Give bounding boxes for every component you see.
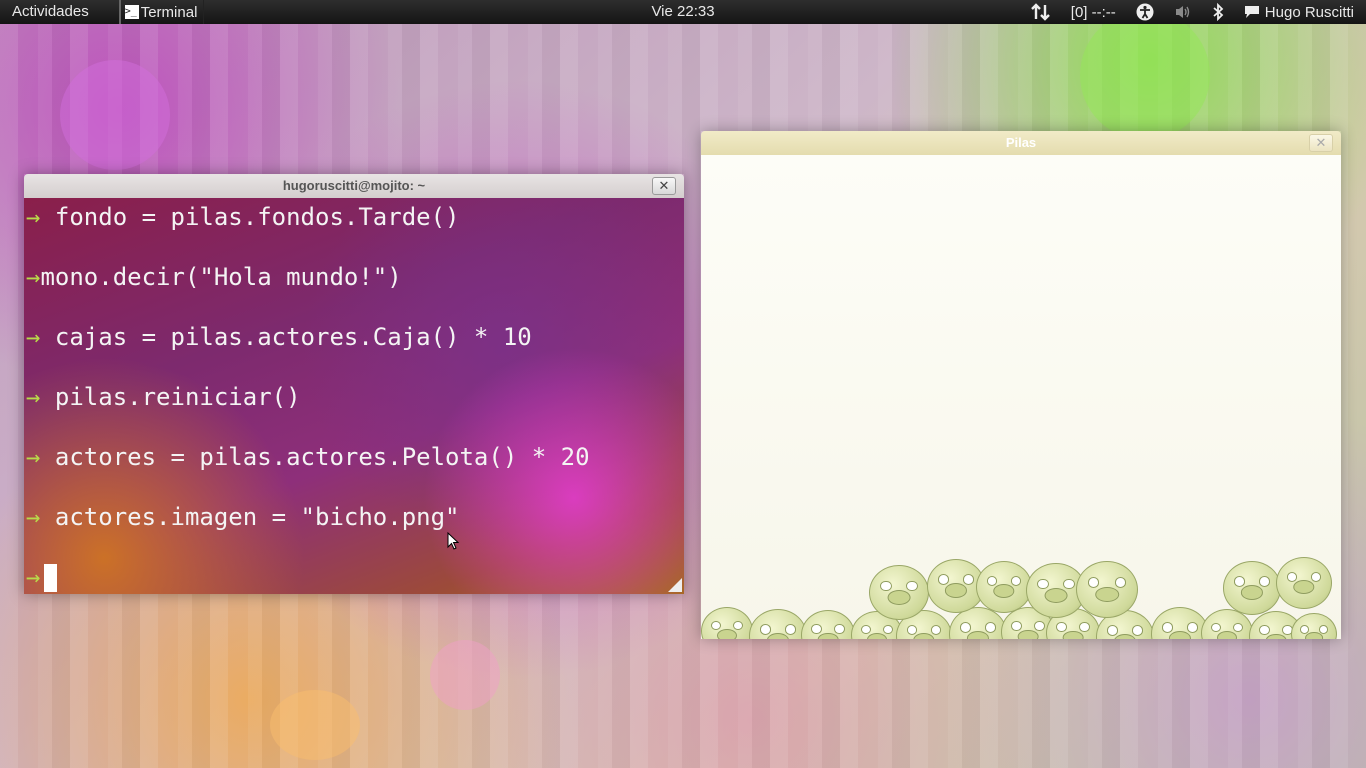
prompt-arrow-icon: →: [26, 383, 41, 411]
accessibility-icon[interactable]: [1136, 3, 1154, 21]
resize-grip[interactable]: [668, 578, 682, 592]
network-icon[interactable]: [1030, 3, 1051, 21]
terminal-line: → cajas = pilas.actores.Caja() * 10: [26, 322, 532, 352]
bluetooth-icon[interactable]: [1212, 3, 1224, 21]
pilas-window: Pilas ✕: [701, 131, 1341, 639]
terminal-line: → actores = pilas.actores.Pelota() * 20: [26, 442, 590, 472]
command-text: actores.imagen = "bicho.png": [54, 503, 460, 531]
prompt-arrow-icon: →: [26, 563, 41, 591]
top-panel: Actividades >_ Terminal Vie 22:33 [0] --…: [0, 0, 1366, 24]
text-cursor: [44, 564, 58, 592]
pig-actor: [801, 610, 855, 639]
battery-status[interactable]: [0] --:--: [1071, 4, 1116, 21]
command-text: mono.decir("Hola mundo!"): [40, 263, 402, 291]
terminal-line: → actores.imagen = "bicho.png": [26, 502, 459, 532]
pig-actor: [1291, 613, 1337, 639]
pilas-title: Pilas: [1005, 135, 1037, 150]
prompt-arrow-icon: →: [26, 503, 41, 531]
wallpaper-bokeh: [430, 640, 500, 710]
terminal-prompt-line[interactable]: →: [26, 562, 58, 592]
wallpaper-bokeh: [60, 60, 170, 170]
terminal-body[interactable]: → fondo = pilas.fondos.Tarde() →mono.dec…: [24, 198, 684, 594]
prompt-arrow-icon: →: [26, 263, 41, 291]
command-text: fondo = pilas.fondos.Tarde(): [54, 203, 460, 231]
terminal-icon: >_: [124, 5, 139, 19]
pig-actor: [1076, 561, 1138, 619]
pilas-close-button[interactable]: ✕: [1309, 134, 1333, 152]
terminal-window: hugoruscitti@mojito: ~ ✕ → fondo = pilas…: [24, 174, 684, 594]
command-text: pilas.reiniciar(): [54, 383, 301, 411]
pig-actor: [749, 609, 807, 639]
clock[interactable]: Vie 22:33: [651, 3, 714, 20]
wallpaper-bokeh: [270, 690, 360, 760]
user-menu[interactable]: Hugo Ruscitti: [1244, 4, 1354, 21]
prompt-arrow-icon: →: [26, 323, 41, 351]
prompt-arrow-icon: →: [26, 443, 41, 471]
terminal-line: → fondo = pilas.fondos.Tarde(): [26, 202, 459, 232]
terminal-line: → pilas.reiniciar(): [26, 382, 301, 412]
pig-actor: [869, 565, 929, 621]
pig-actor: [1276, 557, 1332, 609]
pig-actor: [1223, 561, 1281, 615]
pig-actor: [976, 561, 1032, 613]
volume-icon[interactable]: [1174, 4, 1192, 20]
system-tray: [0] --:-- Hugo Ruscitti: [1021, 0, 1366, 24]
terminal-titlebar[interactable]: hugoruscitti@mojito: ~ ✕: [24, 174, 684, 198]
pilas-canvas[interactable]: [701, 155, 1341, 639]
pilas-titlebar[interactable]: Pilas ✕: [701, 131, 1341, 155]
user-name: Hugo Ruscitti: [1264, 3, 1354, 21]
pig-actor: [701, 607, 753, 639]
command-text: actores = pilas.actores.Pelota() * 20: [54, 443, 590, 471]
mouse-pointer-icon: [447, 532, 459, 550]
app-menu-terminal[interactable]: >_ Terminal: [118, 0, 205, 24]
chat-icon: [1244, 6, 1259, 18]
app-menu-label: Terminal: [140, 3, 198, 21]
wallpaper-bokeh: [1080, 10, 1210, 140]
prompt-arrow-icon: →: [26, 203, 41, 231]
activities-button[interactable]: Actividades: [0, 0, 101, 24]
terminal-line: →mono.decir("Hola mundo!"): [26, 262, 402, 292]
terminal-close-button[interactable]: ✕: [652, 177, 676, 195]
terminal-title: hugoruscitti@mojito: ~: [282, 178, 426, 193]
command-text: cajas = pilas.actores.Caja() * 10: [54, 323, 532, 351]
